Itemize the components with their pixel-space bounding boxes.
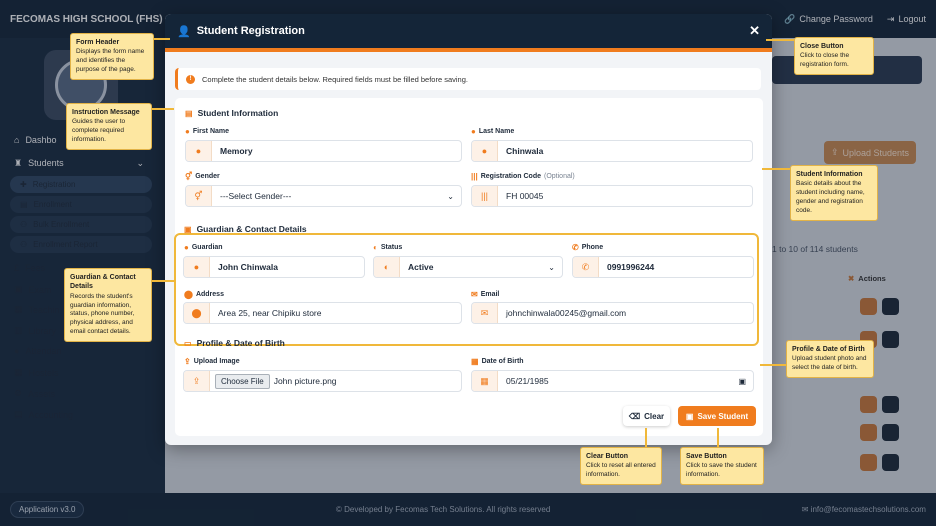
guardian-label: ● Guardian — [184, 243, 223, 252]
status-select[interactable]: ◐ Active ⌄ — [373, 256, 563, 278]
calendar-icon: ▦ — [472, 371, 498, 391]
toggle-icon: ◐ — [373, 243, 378, 252]
user-icon: ● — [184, 243, 189, 252]
guardian-section — [174, 233, 759, 346]
user-icon: ● — [186, 141, 212, 161]
annotation-close: Close Button Click to close the registrat… — [794, 37, 874, 75]
chevron-down-icon: ⌄ — [548, 262, 555, 272]
calendar-icon: ▦ — [471, 357, 479, 366]
location-pin-icon: ⬤ — [184, 303, 210, 323]
address-field[interactable]: ⬤ Area 25, near Chipiku store — [183, 302, 462, 324]
annotation-arrow — [762, 168, 790, 170]
instruction-message: ! Complete the student details below. Req… — [175, 68, 761, 90]
choose-file-button[interactable]: Choose File — [215, 373, 270, 389]
user-icon: ● — [472, 141, 498, 161]
save-icon: ▣ — [685, 411, 694, 421]
annotation-clear: Clear Button Click to reset all entered i… — [580, 447, 662, 485]
annotation-form-header: Form Header Displays the form name and id… — [70, 33, 154, 80]
annotation-save: Save Button Click to save the student inf… — [680, 447, 764, 485]
annotation-arrow — [645, 428, 647, 447]
annotation-profile: Profile & Date of Birth Upload student ph… — [786, 340, 874, 378]
upload-image-label: ⇪ Upload Image — [184, 357, 240, 366]
status-label: ◐ Status — [373, 243, 403, 252]
info-icon: ! — [186, 74, 195, 84]
gender-icon: ⚥ — [185, 172, 193, 181]
phone-icon: ✆ — [572, 243, 579, 252]
chevron-down-icon: ⌄ — [447, 191, 454, 201]
last-name-field[interactable]: ● Chinwala — [471, 140, 753, 162]
clear-button[interactable]: ⌫ Clear — [623, 406, 670, 426]
modal-header: 👤 Student Registration ✕ — [165, 14, 772, 52]
user-icon: ● — [471, 127, 476, 136]
annotation-arrow — [152, 280, 175, 282]
email-label: ✉ Email — [471, 290, 500, 299]
gender-select[interactable]: ⚥ ---Select Gender--- ⌄ — [185, 185, 462, 207]
annotation-arrow — [760, 364, 786, 366]
user-icon: ● — [185, 127, 190, 136]
eraser-icon: ⌫ — [628, 411, 641, 421]
annotation-instruction: Instruction Message Guides the user to co… — [66, 103, 152, 150]
contact-book-icon: ▣ — [184, 224, 192, 234]
annotation-arrow — [152, 108, 174, 110]
email-field[interactable]: ✉ johnchinwala00245@gmail.com — [471, 302, 754, 324]
gender-label: ⚥ Gender — [185, 172, 220, 181]
barcode-icon: ||| — [472, 186, 498, 206]
envelope-icon: ✉ — [471, 290, 478, 299]
first-name-field[interactable]: ● Memory — [185, 140, 462, 162]
upload-icon: ⇪ — [184, 371, 210, 391]
phone-icon: ✆ — [573, 257, 599, 277]
phone-label: ✆ Phone — [572, 243, 604, 252]
annotation-arrow — [717, 428, 719, 447]
barcode-icon: ||| — [471, 172, 478, 181]
image-icon: ▭ — [184, 338, 192, 348]
phone-field[interactable]: ✆ 0991996244 — [572, 256, 754, 278]
upload-image-field[interactable]: ⇪ Choose File John picture.png — [183, 370, 462, 392]
guardian-field[interactable]: ● John Chinwala — [183, 256, 365, 278]
reg-code-field[interactable]: ||| FH 00045 — [471, 185, 753, 207]
save-student-button[interactable]: ▣ Save Student — [678, 406, 756, 426]
annotation-arrow — [154, 38, 170, 40]
annotation-guardian: Guardian & Contact Details Records the st… — [64, 268, 152, 342]
modal-title: 👤 Student Registration — [177, 25, 305, 38]
user-plus-icon: 👤 — [177, 25, 191, 38]
profile-heading: ▭ Profile & Date of Birth — [184, 338, 285, 348]
user-icon: ● — [184, 257, 210, 277]
calendar-picker-icon[interactable]: ▣ — [738, 377, 753, 386]
file-name: John picture.png — [273, 376, 337, 386]
dob-label: ▦ Date of Birth — [471, 357, 524, 366]
envelope-icon: ✉ — [472, 303, 498, 323]
last-name-label: ● Last Name — [471, 127, 515, 136]
guardian-heading: ▣ Guardian & Contact Details — [184, 224, 307, 234]
dob-field[interactable]: ▦ 05/21/1985 ▣ — [471, 370, 754, 392]
toggle-icon: ◐ — [374, 257, 400, 277]
location-pin-icon: ⬤ — [184, 290, 193, 299]
annotation-student-info: Student Information Basic details about t… — [790, 165, 878, 221]
annotation-arrow — [766, 39, 794, 41]
gender-icon: ⚥ — [186, 186, 212, 206]
reg-code-label: ||| Registration Code (Optional) — [471, 172, 575, 181]
first-name-label: ● First Name — [185, 127, 230, 136]
close-button[interactable]: ✕ — [749, 23, 760, 39]
upload-icon: ⇪ — [184, 357, 191, 366]
student-info-heading: ▤ Student Information — [185, 108, 279, 118]
id-card-icon: ▤ — [185, 108, 193, 118]
address-label: ⬤ Address — [184, 290, 224, 299]
